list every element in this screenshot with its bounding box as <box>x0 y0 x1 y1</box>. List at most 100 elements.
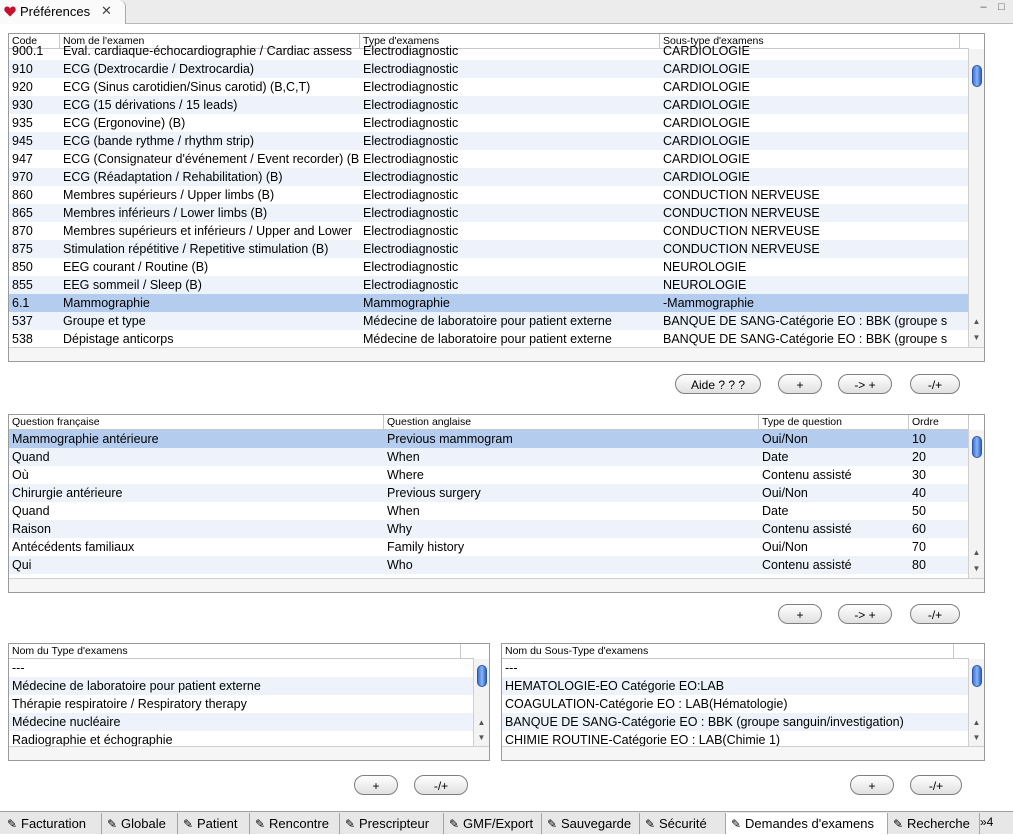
list-item[interactable]: Médecine de laboratoire pour patient ext… <box>9 677 474 695</box>
exam-types-horizontal-scrollbar[interactable] <box>9 746 489 760</box>
table-row[interactable]: 538 Dépistage anticorps Médecine de labora… <box>9 330 969 348</box>
code-cell: 920 <box>12 80 33 94</box>
copy-add-question-button[interactable]: -> + <box>838 604 892 624</box>
tab-sauvegarde[interactable]: ✎ Sauvegarde <box>542 813 640 834</box>
tab-gmf-export[interactable]: ✎ GMF/Export <box>444 813 542 834</box>
table-row[interactable]: 870 Membres supérieurs et inférieurs / Up… <box>9 222 969 240</box>
exams-horizontal-scrollbar[interactable] <box>9 347 984 361</box>
tab-rencontre[interactable]: ✎ Rencontre <box>250 813 340 834</box>
questions-horizontal-scrollbar[interactable] <box>9 578 984 592</box>
tab-prescripteur[interactable]: ✎ Prescripteur <box>340 813 444 834</box>
list-item[interactable]: --- <box>502 659 969 677</box>
scroll-down-arrow-icon[interactable]: ▼ <box>474 731 489 745</box>
tab-label: Globale <box>121 816 166 831</box>
table-row[interactable]: 6.1 Mammographie Mammographie -Mammographie <box>9 294 969 312</box>
column-header-exam-subtype-name[interactable]: Nom du Sous-Type d'examens <box>502 644 954 659</box>
table-row[interactable]: 875 Stimulation répétitive / Repetitive s… <box>9 240 969 258</box>
add-exam-type-button[interactable]: + <box>354 775 398 795</box>
scroll-down-arrow-icon[interactable]: ▼ <box>969 562 984 576</box>
scroll-up-arrow-icon[interactable]: ▲ <box>969 546 984 560</box>
exam-subtype-cell: CARDIOLOGIE <box>663 44 750 58</box>
exam-types-vertical-scrollbar[interactable]: ▲ ▼ <box>473 659 489 746</box>
list-item[interactable]: Médecine nucléaire <box>9 713 474 731</box>
tab-globale[interactable]: ✎ Globale <box>102 813 178 834</box>
list-item[interactable]: Thérapie respiratoire / Respiratory ther… <box>9 695 474 713</box>
table-row[interactable]: 920 ECG (Sinus carotidien/Sinus carotid) … <box>9 78 969 96</box>
exam-subtypes-vertical-scrollbar[interactable]: ▲ ▼ <box>968 659 984 746</box>
exam-subtypes-horizontal-scrollbar[interactable] <box>502 746 984 760</box>
close-icon[interactable]: ✕ <box>101 3 112 19</box>
table-row[interactable]: 947 ECG (Consignateur d'événement / Event… <box>9 150 969 168</box>
add-question-button[interactable]: + <box>778 604 822 624</box>
column-header-order[interactable]: Ordre <box>909 415 969 430</box>
scroll-thumb[interactable] <box>972 65 982 87</box>
table-row[interactable]: 537 Groupe et type Médecine de laboratoire… <box>9 312 969 330</box>
table-row[interactable]: 900.1 Eval. cardiaque-échocardiographie /… <box>9 42 969 60</box>
table-row[interactable]: 935 ECG (Ergonovine) (B) Electrodiagnostic… <box>9 114 969 132</box>
exam-subtype-cell: CARDIOLOGIE <box>663 116 750 130</box>
tab-demandes-d-examens[interactable]: ✎ Demandes d'examens <box>726 813 888 834</box>
exam-name-cell: ECG (Sinus carotidien/Sinus carotid) (B,… <box>63 80 311 94</box>
exams-vertical-scrollbar[interactable]: ▲ ▼ <box>968 49 984 347</box>
table-row[interactable]: Où Where Contenu assisté 30 <box>9 466 969 484</box>
help-button[interactable]: Aide ? ? ? <box>675 374 761 394</box>
scroll-thumb[interactable] <box>972 436 982 458</box>
column-header-exam-type-name[interactable]: Nom du Type d'examens <box>9 644 461 659</box>
table-row[interactable]: 865 Membres inférieurs / Lower limbs (B) E… <box>9 204 969 222</box>
tab-s-curit-[interactable]: ✎ Sécurité <box>640 813 726 834</box>
table-row[interactable]: Quand When Date 20 <box>9 448 969 466</box>
table-row[interactable]: 860 Membres supérieurs / Upper limbs (B) E… <box>9 186 969 204</box>
table-row[interactable]: Qui Who Contenu assisté 80 <box>9 556 969 574</box>
edit-exam-subtype-button[interactable]: -/+ <box>910 775 962 795</box>
table-row[interactable]: Raison Why Contenu assisté 60 <box>9 520 969 538</box>
scroll-thumb[interactable] <box>972 665 982 687</box>
exam-subtype-cell: CARDIOLOGIE <box>663 170 750 184</box>
maximize-icon[interactable]: □ <box>995 2 1008 15</box>
list-item[interactable]: COAGULATION-Catégorie EO : LAB(Hématolog… <box>502 695 969 713</box>
scroll-down-arrow-icon[interactable]: ▼ <box>969 731 984 745</box>
add-exam-button[interactable]: + <box>778 374 822 394</box>
questions-table[interactable]: Question française Question anglaise Typ… <box>8 414 985 593</box>
tab-facturation[interactable]: ✎ Facturation <box>2 813 102 834</box>
table-row[interactable]: Chirurgie antérieure Previous surgery Oui/… <box>9 484 969 502</box>
table-row[interactable]: 970 ECG (Réadaptation / Rehabilitation) (… <box>9 168 969 186</box>
preferences-view-tab[interactable]: Préférences ✕ <box>0 0 126 24</box>
table-row[interactable]: 945 ECG (bande rythme / rhythm strip) Elec… <box>9 132 969 150</box>
scroll-thumb[interactable] <box>477 665 487 687</box>
table-row[interactable]: Antécédents familiaux Family history Oui/N… <box>9 538 969 556</box>
column-header-french-question[interactable]: Question française <box>9 415 384 430</box>
table-row[interactable]: 850 EEG courant / Routine (B) Electrodiagn… <box>9 258 969 276</box>
table-row[interactable]: 855 EEG sommeil / Sleep (B) Electrodiagnos… <box>9 276 969 294</box>
table-row[interactable]: 930 ECG (15 dérivations / 15 leads) Electr… <box>9 96 969 114</box>
table-row[interactable]: Mammographie antérieure Previous mammogra… <box>9 430 969 448</box>
exam-types-table[interactable]: Nom du Type d'examens --- Médecine de lab… <box>8 643 490 761</box>
exam-subtypes-table[interactable]: Nom du Sous-Type d'examens --- HEMATOLOGI… <box>501 643 985 761</box>
edit-exam-button[interactable]: -/+ <box>910 374 960 394</box>
edit-exam-type-button[interactable]: -/+ <box>414 775 468 795</box>
table-row[interactable]: Quand When Date 50 <box>9 502 969 520</box>
add-exam-subtype-button[interactable]: + <box>850 775 894 795</box>
minimize-icon[interactable]: – <box>977 2 990 15</box>
copy-add-exam-button[interactable]: -> + <box>838 374 892 394</box>
questions-vertical-scrollbar[interactable]: ▲ ▼ <box>968 430 984 578</box>
pencil-icon: ✎ <box>448 817 460 831</box>
french-question-cell: Quand <box>12 504 50 518</box>
table-row[interactable]: 910 ECG (Dextrocardie / Dextrocardia) Elec… <box>9 60 969 78</box>
scroll-up-arrow-icon[interactable]: ▲ <box>969 716 984 730</box>
exams-table[interactable]: Code Nom de l'examen Type d'examens Sous… <box>8 33 985 362</box>
column-header-question-type[interactable]: Type de question <box>759 415 909 430</box>
scroll-up-arrow-icon[interactable]: ▲ <box>969 315 984 329</box>
tab-patient[interactable]: ✎ Patient <box>178 813 250 834</box>
more-tabs-overflow[interactable]: »4 <box>980 815 993 829</box>
tab-recherche[interactable]: ✎ Recherche <box>888 813 980 834</box>
list-item[interactable]: BANQUE DE SANG-Catégorie EO : BBK (group… <box>502 713 969 731</box>
exam-subtype-cell: CARDIOLOGIE <box>663 80 750 94</box>
scroll-up-arrow-icon[interactable]: ▲ <box>474 716 489 730</box>
list-item[interactable]: --- <box>9 659 474 677</box>
list-item[interactable]: HEMATOLOGIE-EO Catégorie EO:LAB <box>502 677 969 695</box>
scroll-down-arrow-icon[interactable]: ▼ <box>969 331 984 345</box>
pencil-icon: ✎ <box>344 817 356 831</box>
edit-question-button[interactable]: -/+ <box>910 604 960 624</box>
exam-type-cell: Electrodiagnostic <box>363 116 459 130</box>
column-header-english-question[interactable]: Question anglaise <box>384 415 759 430</box>
